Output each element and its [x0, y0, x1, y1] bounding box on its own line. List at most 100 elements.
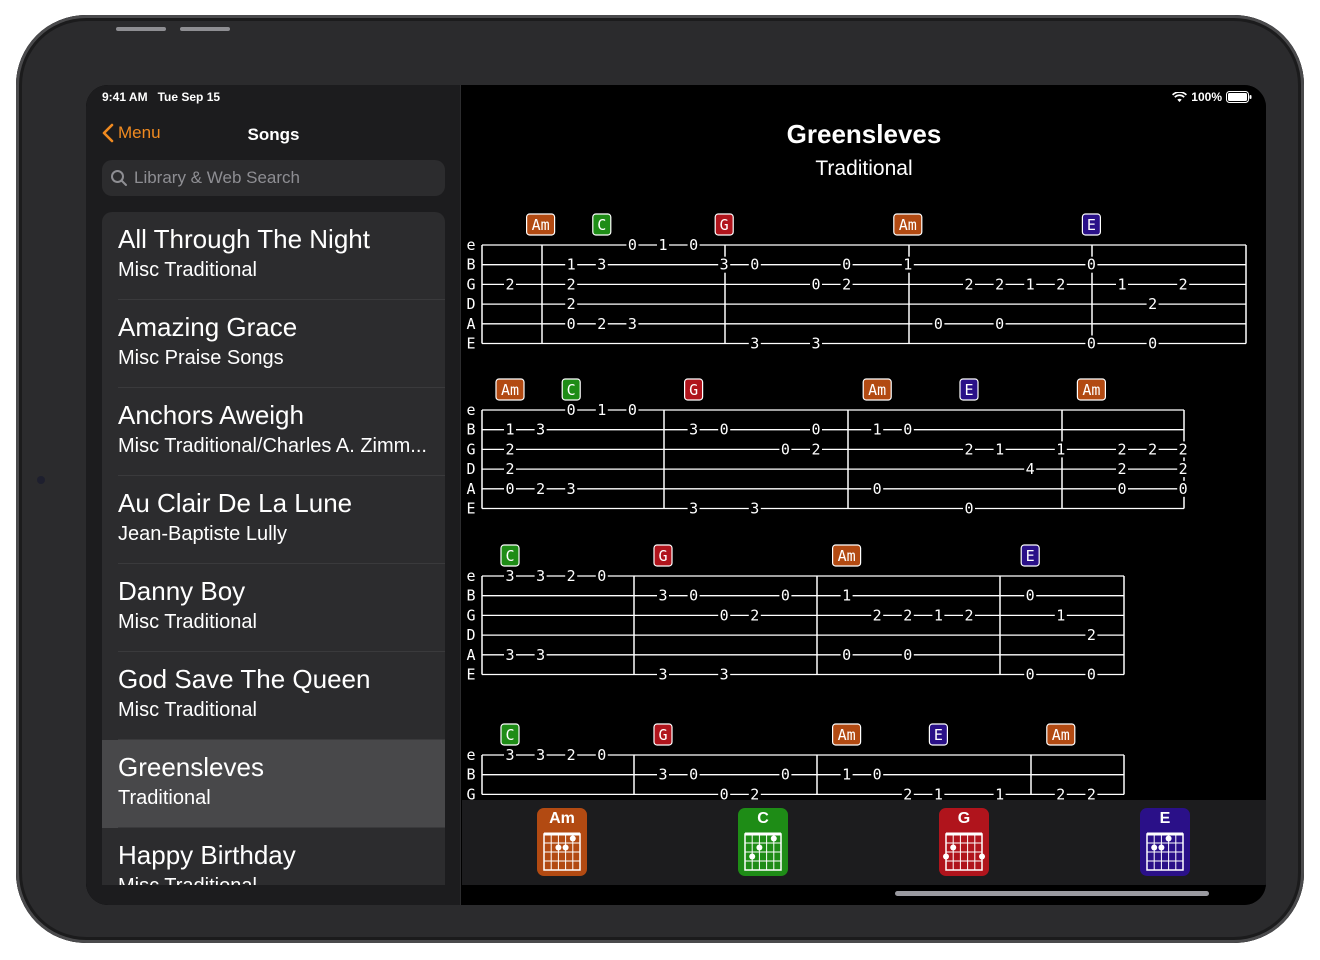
tab-note: 3	[750, 500, 759, 518]
tab-note: 0	[873, 766, 882, 784]
tablature-svg: eBGDAE0 1 01 3 3 0 0 1 02 2 0 2 2 2 1 2 1 22 20 2 3 0 03 3 0 0Am C…	[466, 213, 1247, 800]
song-artist: Traditional	[815, 157, 913, 180]
string-label: A	[466, 480, 475, 498]
song-artist-label: Misc Traditional	[118, 699, 257, 721]
tab-note: 3	[658, 666, 667, 684]
tab-note: 2	[903, 785, 912, 800]
tab-note: 3	[811, 335, 820, 353]
tab-note: 2	[873, 606, 882, 624]
song-list-item[interactable]: Greensleves Traditional	[102, 740, 445, 828]
chord-badge-label: E	[1026, 547, 1035, 565]
song-list-item[interactable]: Anchors Aweigh Misc Traditional/Charles A…	[102, 388, 445, 476]
tab-note: 2	[1179, 440, 1188, 458]
tab-note: 3	[628, 315, 637, 333]
tab-note: 2	[1179, 275, 1188, 293]
chord-diagram-name: Am	[549, 810, 575, 827]
string-label: B	[466, 587, 475, 605]
string-label: G	[466, 606, 475, 624]
tab-note: 2	[1117, 440, 1126, 458]
tab-note: 1	[934, 785, 943, 800]
tab-note: 3	[658, 766, 667, 784]
chord-badge-label: C	[567, 381, 576, 399]
song-list-item[interactable]: Au Clair De La Lune Jean-Baptiste Lully	[102, 476, 445, 564]
tab-note: 2	[811, 440, 820, 458]
tab-note: 3	[505, 646, 514, 664]
song-list-item[interactable]: Happy Birthday Misc Traditional	[102, 828, 445, 885]
tab-note: 0	[1087, 335, 1096, 353]
tab-note: 0	[628, 236, 637, 254]
tab-note: 1	[995, 440, 1004, 458]
tab-note: 2	[1056, 785, 1065, 800]
chord-badge-label: Am	[899, 216, 917, 234]
song-list-item[interactable]: God Save The Queen Misc Traditional	[102, 652, 445, 740]
chord-badge-label: G	[689, 381, 698, 399]
search-icon	[111, 170, 127, 186]
song-list-item[interactable]: All Through The Night Misc Traditional	[102, 212, 445, 300]
tab-note: 2	[1056, 275, 1065, 293]
tab-note: 1	[1026, 275, 1035, 293]
chord-badge-label: C	[597, 216, 606, 234]
tab-note: 2	[995, 275, 1004, 293]
song-artist-label: Misc Traditional	[118, 611, 257, 633]
tablature-view[interactable]: e B G D A E 0 1 0 1 3 3 0 0 1 0 2 2 0 2 2 2 1 2 1 2 2 2 0 2 3 0 0 3 3 0 0 Am C…	[462, 205, 1266, 800]
tab-note: 3	[505, 746, 514, 764]
string-label: e	[466, 567, 475, 585]
tab-note: 0	[720, 785, 729, 800]
tab-note: 2	[1148, 440, 1157, 458]
status-bar-time: 9:41 AM Tue Sep 15	[102, 90, 221, 104]
tab-note: 2	[505, 275, 514, 293]
tab-note: 0	[964, 500, 973, 518]
song-title-label: Greensleves	[118, 752, 264, 782]
tab-note: 2	[964, 606, 973, 624]
tab-note: 1	[1056, 606, 1065, 624]
string-label: D	[466, 295, 475, 313]
chord-diagram-card[interactable]: G	[939, 808, 989, 876]
tab-note: 0	[842, 256, 851, 274]
tab-note: 3	[536, 421, 545, 439]
tab-note: 1	[658, 236, 667, 254]
chord-badge-label: Am	[838, 726, 856, 744]
chord-grid-icon	[943, 832, 985, 871]
song-list-item[interactable]: Danny Boy Misc Traditional	[102, 564, 445, 652]
string-label: G	[466, 440, 475, 458]
tab-note: 2	[567, 746, 576, 764]
chord-badge-label: G	[720, 216, 729, 234]
tab-note: 1	[934, 606, 943, 624]
song-list-item[interactable]: Amazing Grace Misc Praise Songs	[102, 300, 445, 388]
chord-badge-label: Am	[868, 381, 886, 399]
string-label: E	[466, 666, 475, 684]
search-input[interactable]: Library & Web Search	[102, 160, 445, 196]
tab-note: 3	[658, 587, 667, 605]
tab-note: 1	[1056, 440, 1065, 458]
tab-note: 0	[597, 567, 606, 585]
chord-diagram-card[interactable]: Am	[537, 808, 587, 876]
tab-note: 0	[505, 480, 514, 498]
chord-badge-label: E	[1087, 216, 1096, 234]
string-label: e	[466, 746, 475, 764]
tab-note: 2	[842, 275, 851, 293]
tab-note: 2	[567, 295, 576, 313]
tab-note: 1	[903, 256, 912, 274]
tab-note: 0	[781, 440, 790, 458]
tab-note: 0	[903, 646, 912, 664]
string-label: A	[466, 646, 475, 664]
tab-note: 0	[567, 315, 576, 333]
chord-bar: Am C G E	[462, 800, 1266, 885]
menu-back-label: Menu	[118, 123, 161, 142]
tab-note: 2	[1179, 460, 1188, 478]
tab-note: 1	[505, 421, 514, 439]
tab-note: 0	[873, 480, 882, 498]
song-title-label: Happy Birthday	[118, 840, 296, 870]
wifi-icon	[1172, 91, 1188, 102]
chord-diagram-card[interactable]: C	[738, 808, 788, 876]
tab-note: 2	[505, 460, 514, 478]
chord-diagram-card[interactable]: E	[1140, 808, 1190, 876]
menu-back-button[interactable]: Menu	[102, 123, 161, 143]
battery-percent: 100%	[1191, 90, 1222, 104]
tab-note: 1	[873, 421, 882, 439]
song-list: All Through The Night Misc Traditional Ama…	[102, 212, 445, 885]
tab-note: 0	[781, 766, 790, 784]
chord-badge-label: C	[505, 726, 514, 744]
song-artist-label: Misc Praise Songs	[118, 347, 284, 369]
search-placeholder: Library & Web Search	[134, 168, 300, 187]
